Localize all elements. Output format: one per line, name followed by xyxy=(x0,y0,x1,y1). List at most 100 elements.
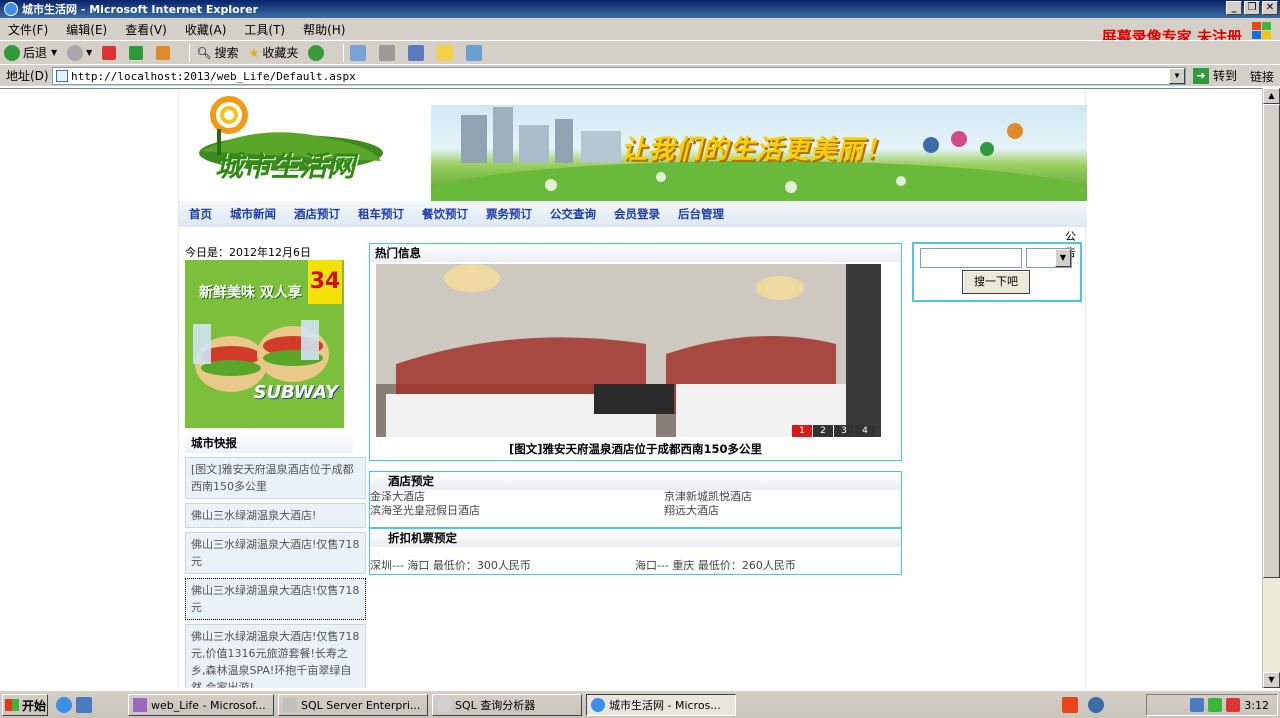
media-button[interactable] xyxy=(308,44,327,61)
messenger-icon xyxy=(466,44,483,61)
task-label: web_Life - Microsof... xyxy=(151,698,266,712)
nav-admin[interactable]: 后台管理 xyxy=(678,206,724,222)
search-button[interactable]: 搜一下吧 xyxy=(962,270,1030,294)
list-item[interactable]: 佛山三水绿湖温泉大酒店!仅售718元 xyxy=(185,578,366,620)
desktop-quicklaunch-icon[interactable] xyxy=(76,697,92,713)
app-icon xyxy=(283,698,297,712)
slide-page-3[interactable]: 3 xyxy=(834,425,854,437)
toolbar-separator xyxy=(189,43,191,62)
flight-link[interactable]: 海口--- 重庆 最低价：260人民币 xyxy=(635,557,796,573)
nav-car-rental[interactable]: 租车预订 xyxy=(358,206,404,222)
list-item[interactable]: 佛山三水绿湖温泉大酒店!仅售718元 xyxy=(185,532,366,574)
home-button[interactable] xyxy=(156,45,173,60)
site-logo[interactable]: 城市生活网 xyxy=(181,91,409,195)
nav-dining-booking[interactable]: 餐饮预订 xyxy=(422,206,468,222)
media-icon xyxy=(308,44,325,61)
edit-button[interactable] xyxy=(408,44,427,61)
chevron-down-icon: ▼ xyxy=(86,48,93,57)
menu-view[interactable]: 查看(V) xyxy=(125,21,167,38)
hotel-link[interactable]: 京津新城凯悦酒店 xyxy=(664,490,894,504)
home-icon xyxy=(156,45,171,60)
antivirus-icon[interactable] xyxy=(1226,698,1241,712)
menu-favorites[interactable]: 收藏(A) xyxy=(185,21,227,38)
network-icon[interactable] xyxy=(1190,698,1205,712)
clock: 3:12 xyxy=(1244,698,1269,712)
task-city-life[interactable]: 城市生活网 - Micros... xyxy=(586,694,736,716)
nav-home[interactable]: 首页 xyxy=(189,206,212,222)
nav-bus-query[interactable]: 公交查询 xyxy=(550,206,596,222)
print-button[interactable] xyxy=(379,44,398,61)
search-input[interactable] xyxy=(920,248,1022,268)
list-item[interactable]: [图文]雅安天府温泉酒店位于成都西南150多公里 xyxy=(185,457,366,499)
hot-info-caption[interactable]: [图文]雅安天府温泉酒店位于成都西南150多公里 xyxy=(370,441,901,457)
nav-city-news[interactable]: 城市新闻 xyxy=(230,206,276,222)
search-toolbar-button[interactable]: 🔍︎ 搜索 xyxy=(196,44,238,61)
go-button[interactable]: ➜ 转到 xyxy=(1193,67,1237,84)
volume-icon[interactable] xyxy=(1208,698,1223,712)
today-date: 今日是：2012年12月6日 xyxy=(185,246,311,259)
vertical-scrollbar[interactable]: ▲ ▼ xyxy=(1262,88,1280,688)
mail-icon xyxy=(350,44,367,61)
web-page: 城市生活网 让我们的生活更美丽！ 首页 城市新闻 酒店预订 租车预订 餐饮预订 … xyxy=(178,89,1087,688)
recorder-tray-icon[interactable] xyxy=(1062,697,1078,713)
hotel-list: 金泽大酒店 京津新城凯悦酒店 滨海圣光皇冠假日酒店 翔远大酒店 xyxy=(370,490,901,518)
menu-bar: 文件(F) 编辑(E) 查看(V) 收藏(A) 工具(T) 帮助(H) xyxy=(0,18,1280,40)
links-button[interactable]: 链接 xyxy=(1250,68,1274,85)
scroll-thumb[interactable] xyxy=(1263,104,1280,578)
start-button[interactable]: 开始 xyxy=(2,694,48,716)
menu-edit[interactable]: 编辑(E) xyxy=(66,21,107,38)
hotel-link[interactable]: 滨海圣光皇冠假日酒店 xyxy=(370,504,664,518)
search-panel: ▼ 搜一下吧 xyxy=(912,242,1082,302)
search-category-select[interactable]: ▼ xyxy=(1026,248,1072,268)
taskbar: 开始 web_Life - Microsof... SQL Server Ent… xyxy=(0,690,1280,718)
page-icon xyxy=(56,70,68,82)
stop-button[interactable] xyxy=(102,45,119,60)
scroll-down-button[interactable]: ▼ xyxy=(1263,672,1280,688)
restore-button[interactable]: ❐ xyxy=(1244,1,1260,15)
chevron-down-icon[interactable]: ▼ xyxy=(1055,249,1071,267)
browser-viewport: 城市生活网 让我们的生活更美丽！ 首页 城市新闻 酒店预订 租车预订 餐饮预订 … xyxy=(0,88,1262,688)
hotel-room-image[interactable]: 1 2 3 4 xyxy=(376,264,881,437)
task-query-analyzer[interactable]: SQL 查询分析器 xyxy=(432,694,582,716)
favorites-button[interactable]: ★ 收藏夹 xyxy=(249,44,299,61)
slide-page-1[interactable]: 1 xyxy=(792,425,812,437)
hotel-link[interactable]: 翔远大酒店 xyxy=(664,504,894,518)
forward-button[interactable]: ▼ xyxy=(67,44,93,61)
messenger-button[interactable] xyxy=(466,44,485,61)
slide-page-2[interactable]: 2 xyxy=(813,425,833,437)
scroll-up-button[interactable]: ▲ xyxy=(1263,88,1280,104)
task-web-life[interactable]: web_Life - Microsof... xyxy=(128,694,274,716)
hotel-booking-title: 酒店预定 xyxy=(370,472,901,490)
refresh-button[interactable] xyxy=(129,45,146,60)
list-item[interactable]: 佛山三水绿湖温泉大酒店! xyxy=(185,503,366,528)
menu-file[interactable]: 文件(F) xyxy=(8,21,48,38)
ie-icon xyxy=(591,698,605,712)
minimize-button[interactable]: _ xyxy=(1226,1,1242,15)
slide-page-4[interactable]: 4 xyxy=(855,425,875,437)
address-dropdown-button[interactable]: ▼ xyxy=(1169,68,1185,84)
address-input[interactable]: http://localhost:2013/web_Life/Default.a… xyxy=(52,67,1186,85)
help-tray-icon[interactable] xyxy=(1088,697,1104,713)
task-sql-server[interactable]: SQL Server Enterpri... xyxy=(278,694,428,716)
search-toolbar-label: 搜索 xyxy=(214,46,239,60)
mail-button[interactable] xyxy=(350,44,369,61)
windows-logo-icon xyxy=(1250,20,1272,40)
flight-link[interactable]: 深圳--- 海口 最低价：300人民币 xyxy=(370,557,635,573)
nav-ticket-booking[interactable]: 票务预订 xyxy=(486,206,532,222)
start-label: 开始 xyxy=(22,698,47,713)
back-button[interactable]: 后退 ▼ xyxy=(4,44,57,61)
nav-hotel-booking[interactable]: 酒店预订 xyxy=(294,206,340,222)
slide-pager: 1 2 3 4 xyxy=(792,425,875,437)
back-label: 后退 xyxy=(23,46,48,60)
ie-quicklaunch-icon[interactable] xyxy=(56,697,72,713)
menu-help[interactable]: 帮助(H) xyxy=(303,21,345,38)
nav-member-login[interactable]: 会员登录 xyxy=(614,206,660,222)
discuss-button[interactable] xyxy=(437,44,456,61)
app-icon xyxy=(437,698,451,712)
list-item[interactable]: 佛山三水绿湖温泉大酒店!仅售718元,价值1316元旅游套餐!长寿之乡,森林温泉… xyxy=(185,624,366,688)
close-button[interactable]: ✕ xyxy=(1262,1,1278,15)
menu-tools[interactable]: 工具(T) xyxy=(244,21,285,38)
subway-ad[interactable]: 新鲜美味 双人享 34 SUBWAY xyxy=(185,260,344,428)
window-controls: _ ❐ ✕ xyxy=(1226,1,1278,15)
hotel-link[interactable]: 金泽大酒店 xyxy=(370,490,664,504)
